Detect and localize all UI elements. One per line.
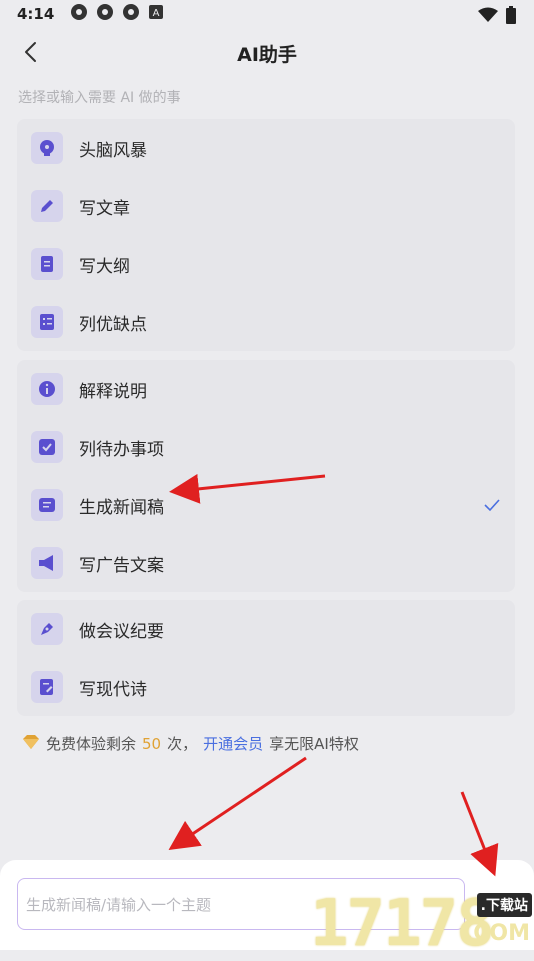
promo-suffix: 享无限AI特权 — [269, 735, 359, 753]
app-icon — [70, 3, 88, 25]
task-label: 解释说明 — [79, 381, 147, 402]
vip-link[interactable]: 开通会员 — [203, 733, 263, 754]
edit-doc-icon — [31, 671, 63, 703]
list-icon — [31, 306, 63, 338]
task-item-explain[interactable]: 解释说明 — [17, 360, 515, 418]
app-header: AI助手 — [0, 28, 534, 78]
watermark-badge: .下载站 — [476, 893, 532, 917]
task-item-meeting-notes[interactable]: 做会议纪要 — [17, 600, 515, 658]
status-bar: 4:14 A — [0, 0, 534, 28]
document-icon — [31, 248, 63, 280]
watermark-logo: 17178 .下载站 .COM — [310, 885, 534, 961]
task-item-ad-copy[interactable]: 写广告文案 — [17, 534, 515, 592]
task-label: 列优缺点 — [79, 314, 147, 335]
page-title: AI助手 — [237, 44, 297, 66]
promo-text: 免费体验剩余 50 次， 开通会员 享无限AI特权 — [22, 733, 359, 754]
task-group-1: 头脑风暴 写文章 写大纲 列优缺点 — [17, 119, 515, 351]
app-icon — [122, 3, 140, 25]
info-icon — [31, 373, 63, 405]
wifi-icon — [478, 7, 498, 27]
hint-text: 选择或输入需要 AI 做的事 — [18, 90, 181, 106]
task-item-todo[interactable]: 列待办事项 — [17, 418, 515, 476]
a-icon: A — [148, 4, 164, 24]
input-placeholder: 生成新闻稿/请输入一个主题 — [26, 895, 212, 914]
task-item-press-release[interactable]: 生成新闻稿 — [17, 476, 515, 534]
task-label: 写大纲 — [79, 256, 130, 277]
arrow-annotation — [168, 756, 307, 851]
pencil-icon — [31, 190, 63, 222]
brain-icon — [31, 132, 63, 164]
checkbox-icon — [31, 431, 63, 463]
task-label: 头脑风暴 — [79, 140, 147, 161]
task-group-3: 做会议纪要 写现代诗 — [17, 600, 515, 716]
battery-icon — [506, 6, 516, 28]
task-label: 做会议纪要 — [79, 621, 164, 642]
watermark-domain: .COM — [464, 921, 530, 946]
promo-prefix: 免费体验剩余 — [46, 735, 137, 753]
task-item-outline[interactable]: 写大纲 — [17, 235, 515, 293]
app-icon — [96, 3, 114, 25]
task-label: 写文章 — [79, 198, 130, 219]
arrow-annotation — [460, 791, 499, 877]
task-item-brainstorm[interactable]: 头脑风暴 — [17, 119, 515, 177]
task-item-modern-poem[interactable]: 写现代诗 — [17, 658, 515, 716]
megaphone-icon — [31, 547, 63, 579]
task-label: 写广告文案 — [79, 555, 164, 576]
promo-middle: 次， — [167, 735, 198, 753]
task-group-2: 解释说明 列待办事项 生成新闻稿 写广告文案 — [17, 360, 515, 592]
task-label: 生成新闻稿 — [79, 497, 164, 518]
status-time: 4:14 — [17, 5, 55, 23]
task-item-write-article[interactable]: 写文章 — [17, 177, 515, 235]
task-label: 列待办事项 — [79, 439, 164, 460]
task-label: 写现代诗 — [79, 679, 147, 700]
svg-text:A: A — [153, 8, 160, 19]
diamond-icon — [22, 734, 40, 754]
pen-icon — [31, 613, 63, 645]
task-item-pros-cons[interactable]: 列优缺点 — [17, 293, 515, 351]
news-icon — [31, 489, 63, 521]
remaining-count: 50 — [142, 734, 162, 753]
checkmark-icon — [483, 496, 501, 514]
